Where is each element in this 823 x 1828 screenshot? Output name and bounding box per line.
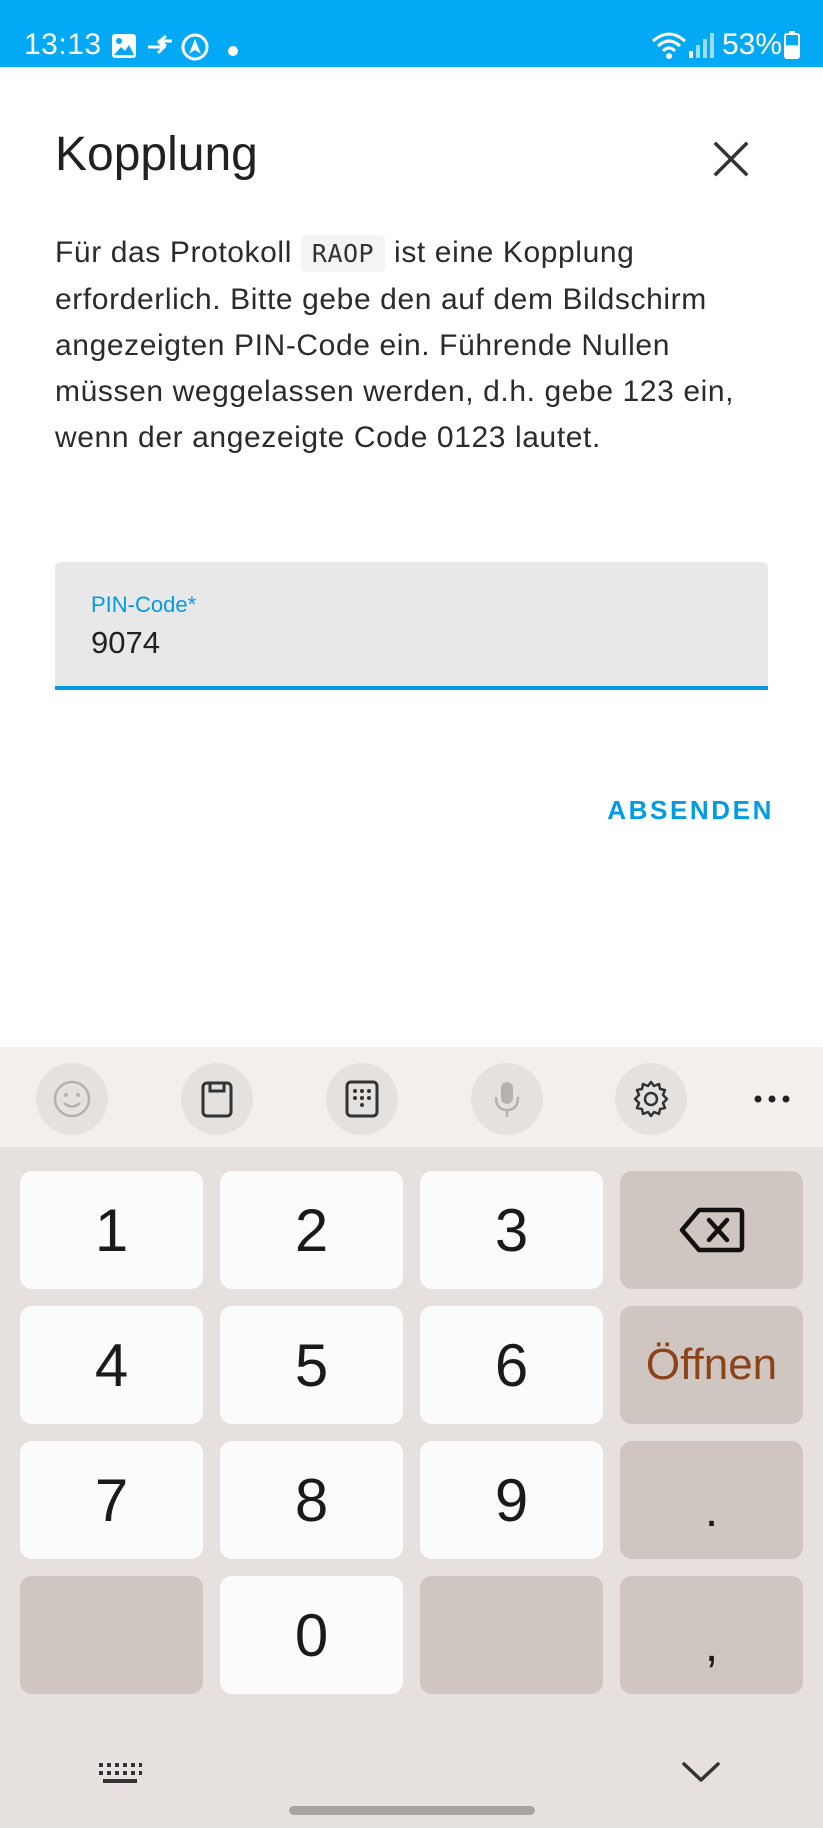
- status-time: 13:13: [24, 28, 102, 61]
- description-text-before: Für das Protokoll: [55, 236, 301, 269]
- open-key[interactable]: Öffnen: [620, 1306, 803, 1424]
- key-5[interactable]: 5: [220, 1306, 403, 1424]
- battery-icon: [784, 31, 800, 64]
- settings-button[interactable]: [615, 1063, 687, 1135]
- period-key[interactable]: .: [620, 1441, 803, 1559]
- keypad-icon: [345, 1080, 379, 1118]
- key-1[interactable]: 1: [20, 1171, 203, 1289]
- dialog-title: Kopplung: [55, 128, 258, 181]
- close-icon: [713, 141, 749, 177]
- signal-icon: [688, 31, 714, 64]
- more-button[interactable]: [736, 1063, 808, 1135]
- comma-key[interactable]: ,: [620, 1576, 803, 1694]
- pin-code-label: PIN-Code*: [91, 592, 197, 617]
- data-transfer-icon: [146, 33, 174, 64]
- status-bar: 13:13 53%: [0, 0, 823, 67]
- emoji-button[interactable]: [36, 1063, 108, 1135]
- pin-code-field[interactable]: PIN-Code*: [55, 562, 768, 690]
- more-icon: [754, 1095, 790, 1103]
- microphone-button[interactable]: [471, 1063, 543, 1135]
- blank-key-right: [420, 1576, 603, 1694]
- keyboard-toolbar: [0, 1047, 823, 1147]
- pin-code-input[interactable]: [91, 620, 731, 666]
- hide-keyboard-button[interactable]: [680, 1757, 722, 1787]
- clipboard-button[interactable]: [181, 1063, 253, 1135]
- protocol-code: RAOP: [300, 235, 386, 272]
- microphone-icon: [494, 1082, 520, 1117]
- settings-icon: [633, 1080, 669, 1118]
- key-7[interactable]: 7: [20, 1441, 203, 1559]
- battery-percent: 53%: [722, 28, 783, 61]
- key-9[interactable]: 9: [420, 1441, 603, 1559]
- keyboard-switch-button[interactable]: [96, 1759, 144, 1787]
- emoji-icon: [53, 1080, 91, 1118]
- notification-dot-icon: [228, 43, 238, 61]
- key-4[interactable]: 4: [20, 1306, 203, 1424]
- clipboard-icon: [201, 1081, 233, 1118]
- blank-key-left: [20, 1576, 203, 1694]
- key-8[interactable]: 8: [220, 1441, 403, 1559]
- keypad-button[interactable]: [326, 1063, 398, 1135]
- dialog-description: Für das Protokoll RAOP ist eine Kopplung…: [55, 230, 775, 461]
- keyboard-switch-icon: [99, 1763, 142, 1783]
- backspace-key[interactable]: [620, 1171, 803, 1289]
- numeric-keyboard: 1 2 3 4 5 6 Öffnen 7 8 9 . 0 ,: [0, 1047, 823, 1828]
- key-6[interactable]: 6: [420, 1306, 603, 1424]
- hide-keyboard-icon: [682, 1762, 720, 1782]
- key-3[interactable]: 3: [420, 1171, 603, 1289]
- close-button[interactable]: [706, 134, 756, 184]
- wifi-icon: [651, 31, 687, 66]
- gallery-icon: [111, 33, 137, 64]
- backspace-icon: [679, 1207, 744, 1253]
- home-indicator[interactable]: [289, 1806, 535, 1815]
- navigation-icon: [181, 33, 209, 66]
- key-0[interactable]: 0: [220, 1576, 403, 1694]
- submit-button[interactable]: ABSENDEN: [598, 788, 774, 832]
- key-2[interactable]: 2: [220, 1171, 403, 1289]
